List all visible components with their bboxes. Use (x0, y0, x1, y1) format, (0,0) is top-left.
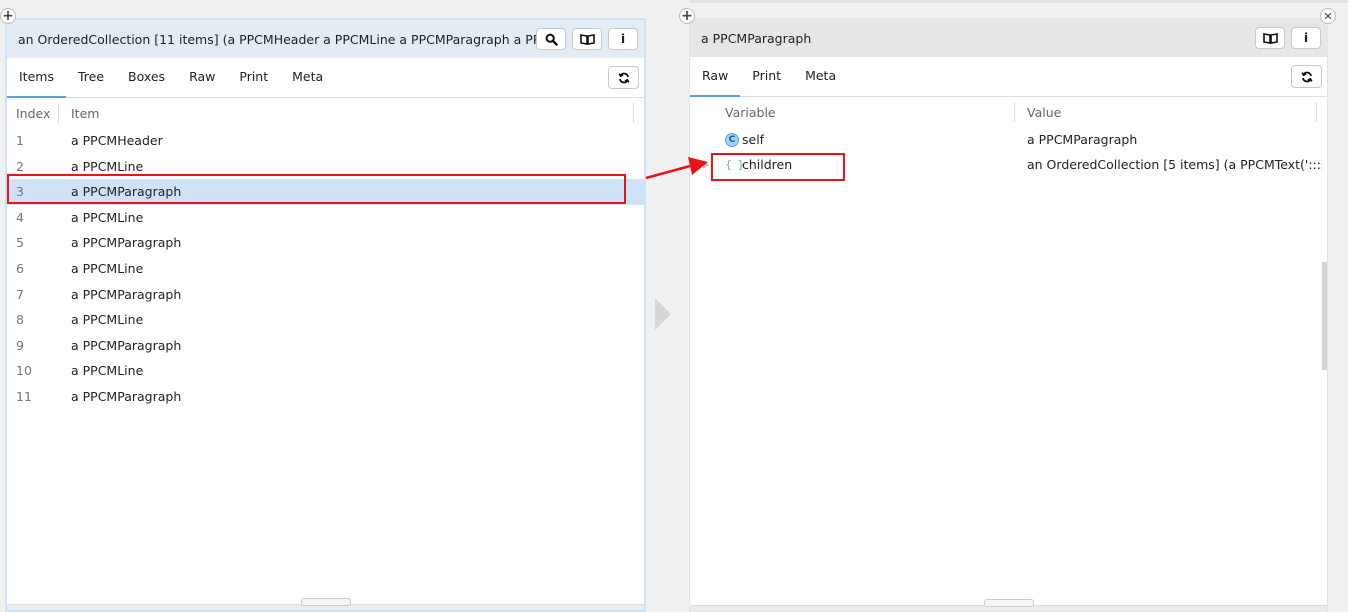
refresh-icon (1300, 71, 1313, 82)
info-icon: i (620, 32, 626, 46)
add-pane-left-icon[interactable]: + (0, 8, 16, 24)
tab-meta[interactable]: Meta (280, 57, 335, 97)
row-item: a PPCMParagraph (71, 235, 182, 251)
table-row[interactable]: 6 a PPCMLine (7, 256, 644, 282)
row-item: a PPCMLine (71, 260, 144, 276)
column-header: Index Item (7, 98, 644, 128)
resize-handle[interactable] (301, 598, 351, 606)
column-separator[interactable] (1014, 102, 1015, 122)
table-row[interactable]: 11 a PPCMParagraph (7, 384, 644, 410)
column-index[interactable]: Index (16, 106, 50, 121)
tab-meta[interactable]: Meta (793, 56, 848, 96)
variable-value: a PPCMParagraph (1027, 132, 1138, 147)
add-pane-right-icon[interactable]: + (679, 8, 695, 24)
resize-handle[interactable] (984, 599, 1034, 607)
inspector-pane-collection: an OrderedCollection [11 items] (a PPCMH… (5, 18, 646, 612)
row-index: 6 (16, 260, 24, 276)
column-separator[interactable] (1316, 102, 1317, 122)
search-icon (545, 33, 558, 46)
pane-nav-arrow-icon[interactable] (655, 298, 671, 330)
row-item: a PPCMLine (71, 363, 144, 379)
row-item: a PPCMParagraph (71, 388, 182, 404)
pane-header: a PPCMParagraph i (690, 19, 1327, 57)
pane-header: an OrderedCollection [11 items] (a PPCMH… (7, 20, 644, 58)
browse-button[interactable] (572, 28, 602, 50)
tab-boxes[interactable]: Boxes (116, 57, 177, 97)
pane-title: a PPCMParagraph (701, 30, 812, 46)
row-item: a PPCMParagraph (71, 337, 182, 353)
row-item: a PPCMParagraph (71, 286, 182, 302)
tab-tree[interactable]: Tree (66, 57, 116, 97)
column-header: Variable Value (690, 97, 1327, 127)
row-index: 4 (16, 209, 24, 225)
tab-bar: Raw Print Meta (690, 57, 1327, 97)
annotation-box-selected-row (7, 174, 626, 204)
book-icon (1262, 33, 1278, 44)
column-separator[interactable] (633, 103, 634, 123)
table-row[interactable]: 9 a PPCMParagraph (7, 333, 644, 359)
row-index: 9 (16, 337, 24, 353)
browse-button[interactable] (1255, 27, 1285, 49)
tab-items[interactable]: Items (7, 57, 66, 98)
items-list: 1a PPCMHeader 2a PPCMLine 3a PPCMParagra… (7, 128, 644, 410)
row-index: 10 (16, 363, 32, 379)
refresh-icon (617, 72, 630, 83)
close-icon[interactable]: ✕ (1320, 8, 1336, 24)
row-item: a PPCMLine (71, 209, 144, 225)
search-button[interactable] (536, 28, 566, 50)
class-icon: C (725, 133, 739, 147)
table-row[interactable]: 1 a PPCMHeader (7, 128, 644, 154)
annotation-box-children (711, 153, 845, 181)
variable-value: an OrderedCollection [5 items] (a PPCMTe… (1027, 157, 1322, 172)
column-variable[interactable]: Variable (725, 105, 776, 120)
table-row[interactable]: 4 a PPCMLine (7, 205, 644, 231)
top-strip (664, 0, 1348, 3)
inspector-pane-object: a PPCMParagraph i Raw Print Meta Variabl… (689, 18, 1328, 612)
variable-name: self (742, 132, 765, 147)
tab-bar: Items Tree Boxes Raw Print Meta (7, 58, 644, 98)
row-item: a PPCMLine (71, 312, 144, 328)
table-row[interactable]: 10 a PPCMLine (7, 358, 644, 384)
refresh-button[interactable] (608, 66, 639, 89)
row-index: 8 (16, 312, 24, 328)
table-row[interactable]: 8 a PPCMLine (7, 307, 644, 333)
column-item[interactable]: Item (71, 106, 99, 121)
vertical-scrollbar[interactable] (1322, 262, 1327, 370)
tab-raw[interactable]: Raw (177, 57, 227, 97)
tab-raw[interactable]: Raw (690, 56, 741, 97)
annotation-arrow-icon (645, 157, 708, 180)
row-item: a PPCMHeader (71, 133, 163, 148)
variable-row-self[interactable]: C self a PPCMParagraph (690, 127, 1327, 152)
row-index: 7 (16, 286, 24, 302)
row-index: 1 (16, 133, 24, 148)
book-icon (579, 34, 595, 45)
info-button[interactable]: i (608, 28, 638, 50)
tab-print[interactable]: Print (740, 56, 793, 96)
column-separator[interactable] (58, 103, 59, 123)
row-index: 5 (16, 235, 24, 251)
tab-print[interactable]: Print (227, 57, 280, 97)
table-row[interactable]: 5 a PPCMParagraph (7, 230, 644, 256)
table-row[interactable]: 7 a PPCMParagraph (7, 282, 644, 308)
column-value[interactable]: Value (1027, 105, 1061, 120)
info-button[interactable]: i (1291, 27, 1321, 49)
info-icon: i (1303, 31, 1309, 45)
row-index: 11 (16, 388, 32, 404)
refresh-button[interactable] (1291, 65, 1322, 88)
pane-title: an OrderedCollection [11 items] (a PPCMH… (18, 31, 538, 47)
